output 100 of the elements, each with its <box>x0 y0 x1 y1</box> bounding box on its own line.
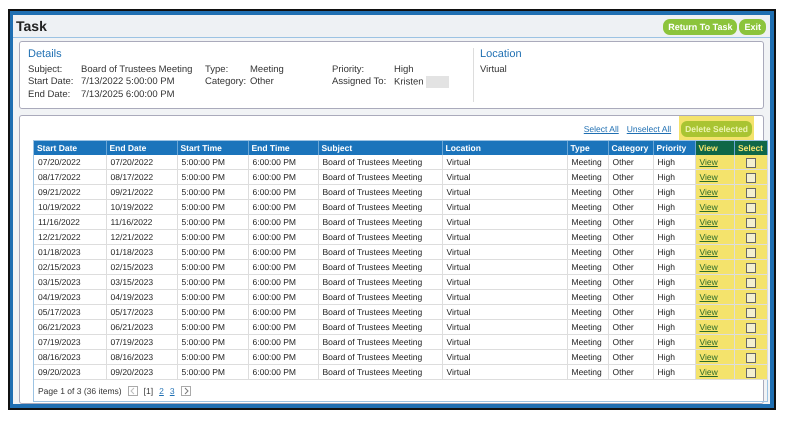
table-cell: High <box>653 320 695 334</box>
table-cell: 6:00:00 PM <box>248 304 318 320</box>
column-header: Location <box>442 141 567 155</box>
table-cell: Board of Trustees Meeting <box>318 200 442 214</box>
table-cell: Other <box>608 320 653 334</box>
table-cell: Meeting <box>567 364 608 380</box>
table-cell: Other <box>608 304 653 320</box>
select-checkbox[interactable] <box>746 248 756 258</box>
table-cell: Virtual <box>442 274 567 290</box>
table-cell: 6:00:00 PM <box>248 155 318 170</box>
table-cell: Board of Trustees Meeting <box>318 274 442 290</box>
select-checkbox[interactable] <box>746 188 756 198</box>
select-checkbox[interactable] <box>746 308 756 318</box>
table-cell: Board of Trustees Meeting <box>318 260 442 274</box>
table-cell: 01/18/2023 <box>106 244 177 260</box>
select-checkbox[interactable] <box>746 292 756 303</box>
select-checkbox[interactable] <box>746 338 756 348</box>
select-checkbox[interactable] <box>746 322 756 333</box>
select-checkbox[interactable] <box>746 202 756 213</box>
select-checkbox[interactable] <box>746 262 756 273</box>
table-cell: Board of Trustees Meeting <box>318 244 442 260</box>
table-cell: 05/17/2023 <box>34 304 106 320</box>
table-cell: 08/17/2022 <box>106 170 177 184</box>
column-header: Priority <box>653 141 695 155</box>
table-cell: Other <box>608 260 653 274</box>
table-cell: Virtual <box>442 260 567 274</box>
table-cell: 5:00:00 PM <box>177 320 248 334</box>
table-cell: 6:00:00 PM <box>248 244 318 260</box>
table-cell: Board of Trustees Meeting <box>318 155 442 170</box>
column-header: Category <box>608 141 653 155</box>
table-cell: 5:00:00 PM <box>177 170 248 184</box>
table-cell: Other <box>608 364 653 380</box>
table-cell: 6:00:00 PM <box>248 214 318 230</box>
table-cell: 6:00:00 PM <box>248 350 318 364</box>
table-cell: Meeting <box>567 230 608 244</box>
field-label: Assigned To: <box>332 76 388 88</box>
column-header: End Time <box>248 141 318 155</box>
table-cell: Virtual <box>442 304 567 320</box>
table-cell: Board of Trustees Meeting <box>318 184 442 200</box>
select-checkbox[interactable] <box>746 172 756 183</box>
table-cell: 08/16/2023 <box>34 350 106 364</box>
column-header: Subject <box>318 141 442 155</box>
table-cell: 5:00:00 PM <box>177 350 248 364</box>
table-cell: 5:00:00 PM <box>177 274 248 290</box>
table-cell: Virtual <box>442 350 567 364</box>
table-cell: Other <box>608 244 653 260</box>
table-cell: 11/16/2022 <box>106 214 177 230</box>
select-checkbox[interactable] <box>746 352 756 363</box>
table-cell: Board of Trustees Meeting <box>318 320 442 334</box>
field-value: Board of Trustees Meeting <box>81 64 192 75</box>
table-cell: Other <box>608 184 653 200</box>
table-cell: 09/21/2022 <box>34 184 106 200</box>
select-checkbox[interactable] <box>746 218 756 228</box>
table-cell: Virtual <box>442 155 567 170</box>
page-link[interactable]: 3 <box>170 386 175 396</box>
field-value: Meeting <box>250 64 284 75</box>
table-cell: Meeting <box>567 320 608 334</box>
select-all-link[interactable]: Select All <box>584 124 619 134</box>
table-cell: Virtual <box>442 290 567 304</box>
table-cell: 6:00:00 PM <box>248 184 318 200</box>
table-cell: Meeting <box>567 244 608 260</box>
table-cell: High <box>653 260 695 274</box>
table-cell: Other <box>608 350 653 364</box>
column-header: Start Date <box>34 141 106 155</box>
select-checkbox[interactable] <box>746 278 756 288</box>
field-value: 7/13/2025 6:00:00 PM <box>81 89 174 100</box>
table-cell: 09/20/2023 <box>34 364 106 380</box>
table-cell: High <box>653 155 695 170</box>
section-heading: Location <box>480 48 522 60</box>
table-cell: 08/16/2023 <box>106 350 177 364</box>
table-cell: Virtual <box>442 214 567 230</box>
table-cell: Virtual <box>442 170 567 184</box>
column-header: End Date <box>106 141 177 155</box>
table-cell: Meeting <box>567 304 608 320</box>
page-link[interactable]: [1] <box>144 386 154 396</box>
table-cell: Meeting <box>567 214 608 230</box>
table-cell: Meeting <box>567 170 608 184</box>
table-cell: 09/20/2023 <box>106 364 177 380</box>
table-cell: Virtual <box>442 230 567 244</box>
field-label: Subject: <box>28 64 64 75</box>
field-value: Other <box>250 76 274 87</box>
table-cell: 07/20/2022 <box>106 155 177 170</box>
field-label: Priority: <box>332 64 366 75</box>
page-link[interactable]: 2 <box>159 386 164 396</box>
table-cell: 10/19/2022 <box>106 200 177 214</box>
table-cell: Meeting <box>567 155 608 170</box>
table-cell: 06/21/2023 <box>34 320 106 334</box>
table-cell: 5:00:00 PM <box>177 290 248 304</box>
select-checkbox[interactable] <box>746 368 756 378</box>
table-cell: Board of Trustees Meeting <box>318 304 442 320</box>
unselect-all-link[interactable]: Unselect All <box>626 124 672 134</box>
next-page-icon[interactable] <box>180 386 191 396</box>
table-cell: High <box>653 290 695 304</box>
table-cell: Board of Trustees Meeting <box>318 170 442 184</box>
table-cell: 03/15/2023 <box>106 274 177 290</box>
select-checkbox[interactable] <box>746 158 756 168</box>
field-label: Start Date: <box>28 76 74 88</box>
select-checkbox[interactable] <box>746 232 756 243</box>
table-cell: 5:00:00 PM <box>177 230 248 244</box>
column-header: Select <box>734 141 767 155</box>
